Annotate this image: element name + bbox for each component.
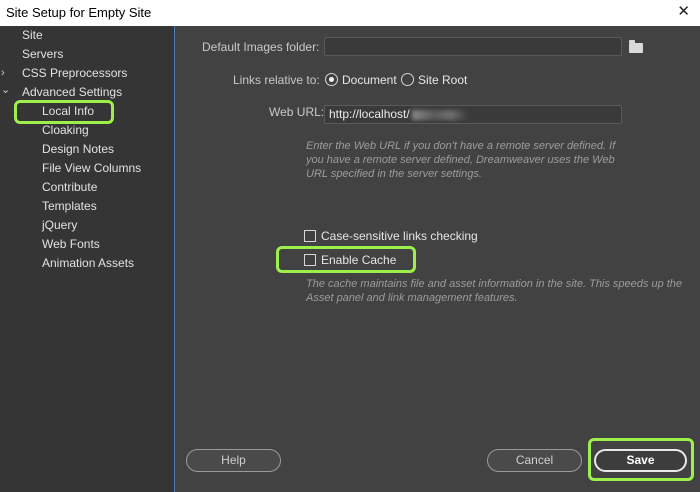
- window-title: Site Setup for Empty Site: [6, 5, 152, 20]
- sidebar-item-design-notes[interactable]: Design Notes: [42, 140, 114, 159]
- redacted-url-blur: [411, 109, 468, 120]
- document-radio-label[interactable]: Document: [342, 73, 397, 87]
- category-sidebar: Site Servers › CSS Preprocessors ⌄ Advan…: [0, 26, 175, 492]
- enable-cache-label[interactable]: Enable Cache: [321, 253, 396, 267]
- window-titlebar: Site Setup for Empty Site ✕: [0, 0, 700, 26]
- web-url-label: Web URL:: [269, 105, 325, 119]
- sidebar-item-local-info[interactable]: Local Info: [42, 102, 94, 121]
- default-images-label: Default Images folder:: [202, 40, 320, 54]
- help-button[interactable]: Help: [186, 449, 281, 472]
- sidebar-item-web-fonts[interactable]: Web Fonts: [42, 235, 100, 254]
- web-url-input[interactable]: http://localhost/: [324, 105, 622, 124]
- cache-help-text: The cache maintains file and asset infor…: [306, 278, 683, 304]
- cancel-button[interactable]: Cancel: [487, 449, 582, 472]
- document-radio[interactable]: [325, 73, 338, 86]
- site-root-radio[interactable]: [401, 73, 414, 86]
- site-root-radio-label[interactable]: Site Root: [418, 73, 467, 87]
- site-setup-dialog: Site Servers › CSS Preprocessors ⌄ Advan…: [0, 26, 700, 492]
- folder-icon[interactable]: [629, 40, 643, 53]
- case-sensitive-checkbox[interactable]: [304, 230, 316, 242]
- sidebar-item-servers[interactable]: Servers: [22, 45, 63, 64]
- sidebar-item-jquery[interactable]: jQuery: [42, 216, 77, 235]
- enable-cache-checkbox[interactable]: [304, 254, 316, 266]
- default-images-input[interactable]: [324, 37, 622, 56]
- web-url-value: http://localhost/: [329, 107, 410, 121]
- sidebar-item-templates[interactable]: Templates: [42, 197, 97, 216]
- sidebar-item-site[interactable]: Site: [22, 26, 43, 45]
- close-icon[interactable]: ✕: [677, 2, 690, 20]
- sidebar-item-contribute[interactable]: Contribute: [42, 178, 97, 197]
- save-button[interactable]: Save: [594, 449, 687, 472]
- web-url-help-text: Enter the Web URL if you don't have a re…: [306, 140, 616, 180]
- sidebar-item-animation-assets[interactable]: Animation Assets: [42, 254, 134, 273]
- sidebar-item-css-preprocessors[interactable]: CSS Preprocessors: [22, 64, 127, 83]
- chevron-down-icon[interactable]: ⌄: [1, 81, 10, 100]
- local-info-panel: Default Images folder: Links relative to…: [176, 26, 700, 492]
- links-relative-label: Links relative to:: [233, 73, 320, 87]
- case-sensitive-label[interactable]: Case-sensitive links checking: [321, 229, 478, 243]
- sidebar-item-advanced-settings[interactable]: Advanced Settings: [22, 83, 122, 102]
- sidebar-item-file-view-columns[interactable]: File View Columns: [42, 159, 141, 178]
- sidebar-item-cloaking[interactable]: Cloaking: [42, 121, 89, 140]
